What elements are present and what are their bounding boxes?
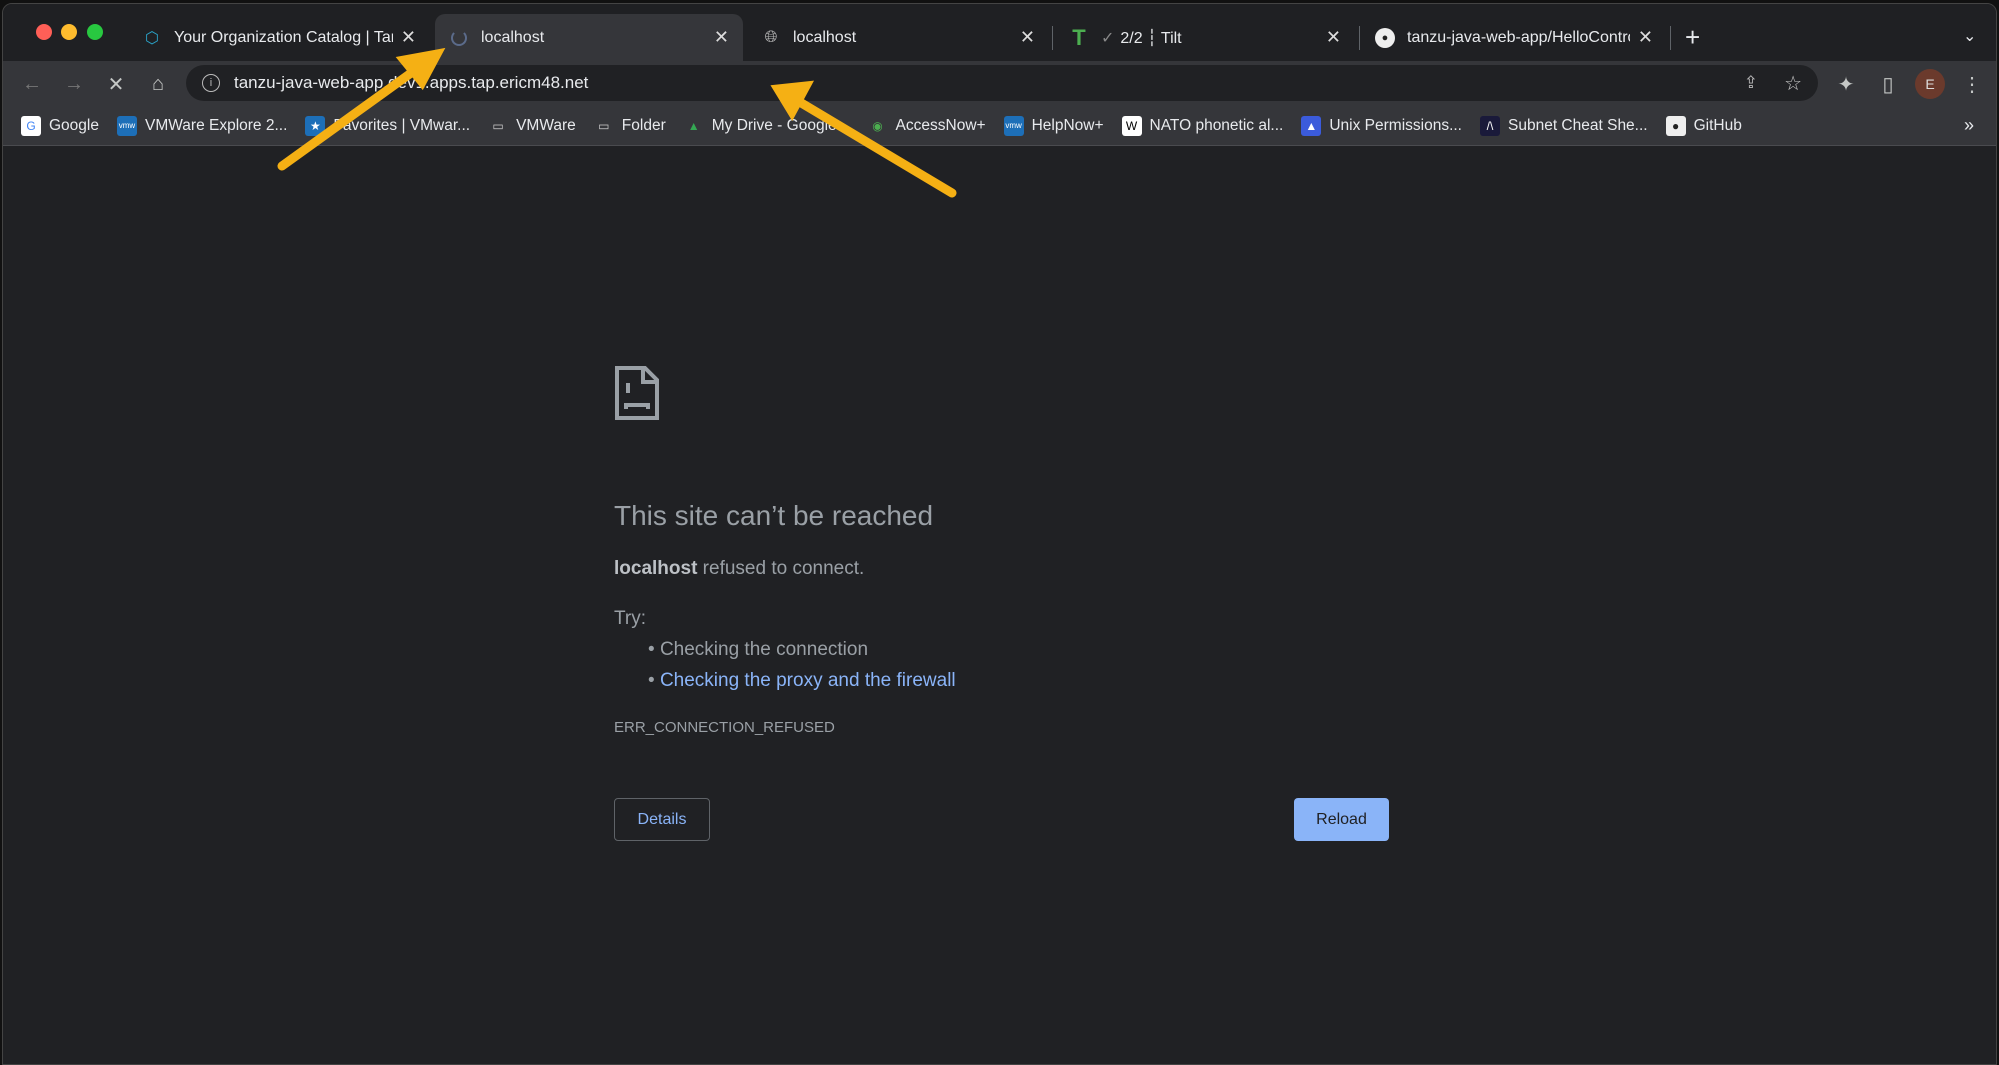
folder-icon: ▭ xyxy=(492,118,504,133)
close-window-button[interactable] xyxy=(36,24,52,40)
accessnow-icon: ◉ xyxy=(872,118,883,133)
url-text[interactable]: tanzu-java-web-app.dev1.apps.tap.ericm48… xyxy=(234,73,588,93)
page-content: This site can’t be reached localhost ref… xyxy=(3,146,1996,1064)
bookmark-item[interactable]: ● GitHub xyxy=(1665,115,1742,136)
bookmark-item[interactable]: vmw HelpNow+ xyxy=(1003,115,1104,136)
favorites-icon: ★ xyxy=(305,115,326,136)
suggestion-item: • Checking the connection xyxy=(648,639,869,660)
bookmark-item[interactable]: /\ Subnet Cheat She... xyxy=(1480,115,1648,136)
error-host: localhost xyxy=(614,558,698,579)
github-icon: ● xyxy=(1665,115,1686,136)
bookmark-label: Google xyxy=(49,116,99,134)
vmware-icon: vmw xyxy=(1003,115,1024,136)
extensions-icon[interactable]: ✦ xyxy=(1831,69,1861,99)
error-title: This site can’t be reached xyxy=(614,500,934,531)
tab-localhost[interactable]: 🌐︎ localhost ✕ xyxy=(747,14,1049,61)
unix-icon: ▲ xyxy=(1301,115,1322,136)
side-panel-icon[interactable]: ▯ xyxy=(1873,69,1903,99)
tanzu-icon: ⬡ xyxy=(145,29,159,47)
tab-search-chevron-icon[interactable]: ⌄ xyxy=(1963,26,1976,46)
subnet-icon: /\ xyxy=(1480,115,1500,136)
try-label: Try: xyxy=(614,608,647,629)
loading-spinner-icon xyxy=(449,28,469,48)
folder-icon: ▭ xyxy=(598,118,610,133)
menu-kebab-icon[interactable]: ⋮ xyxy=(1957,69,1987,99)
bookmark-item[interactable]: vmw VMWare Explore 2... xyxy=(116,115,288,136)
home-button[interactable]: ⌂ xyxy=(143,69,173,99)
bookmark-label: GitHub xyxy=(1693,116,1742,134)
bookmark-item[interactable]: W NATO phonetic al... xyxy=(1121,115,1284,136)
error-code: ERR_CONNECTION_REFUSED xyxy=(614,719,835,736)
check-icon: ✓ xyxy=(1101,29,1115,47)
bookmark-label: HelpNow+ xyxy=(1031,116,1104,134)
wikipedia-icon: W xyxy=(1121,115,1142,136)
tab-tilt[interactable]: T ✓ 2/2 ┆ Tilt ✕ xyxy=(1055,14,1355,61)
bookmark-item[interactable]: ▭ Folder xyxy=(594,116,666,136)
bookmark-item[interactable]: ◉ AccessNow+ xyxy=(868,116,986,136)
bookmarks-bar: G Google vmw VMWare Explore 2... ★ Favorites … xyxy=(3,106,1996,146)
tab-catalog[interactable]: ⬡ Your Organization Catalog | Tanzu ✕ xyxy=(128,14,430,61)
suggestion-item: • Checking the proxy and the firewall xyxy=(648,670,956,691)
proxy-firewall-link[interactable]: Checking the proxy and the firewall xyxy=(660,670,956,691)
bookmark-label: My Drive - Google... xyxy=(711,116,850,134)
tab-github[interactable]: ● tanzu-java-web-app/HelloController ✕ xyxy=(1361,14,1667,61)
bookmark-star-icon[interactable]: ☆ xyxy=(1784,71,1802,96)
tilt-icon: T xyxy=(1072,24,1086,50)
bookmark-item[interactable]: ▲ Unix Permissions... xyxy=(1301,115,1462,136)
google-icon: G xyxy=(21,115,41,136)
toolbar: ← → ✕ ⌂ i tanzu-java-web-app.dev1.apps.t… xyxy=(3,61,1996,106)
reload-button[interactable]: Reload xyxy=(1294,798,1389,841)
back-button[interactable]: ← xyxy=(17,69,47,99)
new-tab-button[interactable]: + xyxy=(1685,22,1700,53)
minimize-window-button[interactable] xyxy=(61,24,77,40)
error-message: localhost refused to connect. xyxy=(614,558,864,580)
bookmark-item[interactable]: ★ Favorites | VMwar... xyxy=(305,115,471,136)
tab-separator xyxy=(1359,26,1360,50)
google-drive-icon: ▲ xyxy=(687,118,700,133)
close-tab-icon[interactable]: ✕ xyxy=(1326,27,1341,48)
maximize-window-button[interactable] xyxy=(87,24,103,40)
suggestion-text: Checking the connection xyxy=(659,639,869,660)
error-message-text: refused to connect. xyxy=(697,558,865,579)
stop-loading-button[interactable]: ✕ xyxy=(101,69,131,99)
bookmark-item[interactable]: G Google xyxy=(21,115,99,136)
globe-icon: 🌐︎ xyxy=(764,28,778,46)
address-bar[interactable]: i tanzu-java-web-app.dev1.apps.tap.ericm… xyxy=(186,65,1818,101)
bookmark-label: NATO phonetic al... xyxy=(1149,116,1284,134)
bookmark-item[interactable]: ▲ My Drive - Google... xyxy=(684,116,850,136)
bookmark-label: AccessNow+ xyxy=(895,116,986,134)
bookmark-item[interactable]: ▭ VMWare xyxy=(488,116,576,136)
bookmarks-overflow-button[interactable]: » xyxy=(1964,115,1974,136)
bookmark-label: Folder xyxy=(621,116,666,134)
bookmark-label: VMWare xyxy=(516,116,576,134)
tab-localhost-active[interactable]: localhost ✕ xyxy=(435,14,743,61)
tab-strip: ⬡ Your Organization Catalog | Tanzu ✕ lo… xyxy=(3,4,1996,61)
close-tab-icon[interactable]: ✕ xyxy=(1638,27,1653,48)
share-icon[interactable]: ⇪ xyxy=(1744,73,1758,93)
sad-document-icon xyxy=(615,366,659,420)
bookmark-label: Favorites | VMwar... xyxy=(333,116,471,134)
bookmark-label: Unix Permissions... xyxy=(1329,116,1462,134)
error-container: This site can’t be reached localhost ref… xyxy=(614,365,1394,841)
profile-avatar[interactable]: E xyxy=(1915,69,1945,99)
vmware-icon: vmw xyxy=(116,115,137,136)
close-tab-icon[interactable]: ✕ xyxy=(401,27,416,48)
details-button[interactable]: Details xyxy=(614,798,710,841)
tab-separator xyxy=(1052,26,1053,50)
tab-separator xyxy=(1670,26,1671,50)
browser-window: ⬡ Your Organization Catalog | Tanzu ✕ lo… xyxy=(2,3,1997,1065)
github-icon: ● xyxy=(1375,27,1395,48)
close-tab-icon[interactable]: ✕ xyxy=(1020,27,1035,48)
forward-button[interactable]: → xyxy=(59,69,89,99)
close-tab-icon[interactable]: ✕ xyxy=(714,27,729,48)
bookmark-label: VMWare Explore 2... xyxy=(144,116,288,134)
site-info-icon[interactable]: i xyxy=(202,74,220,92)
bookmark-label: Subnet Cheat She... xyxy=(1508,116,1648,134)
